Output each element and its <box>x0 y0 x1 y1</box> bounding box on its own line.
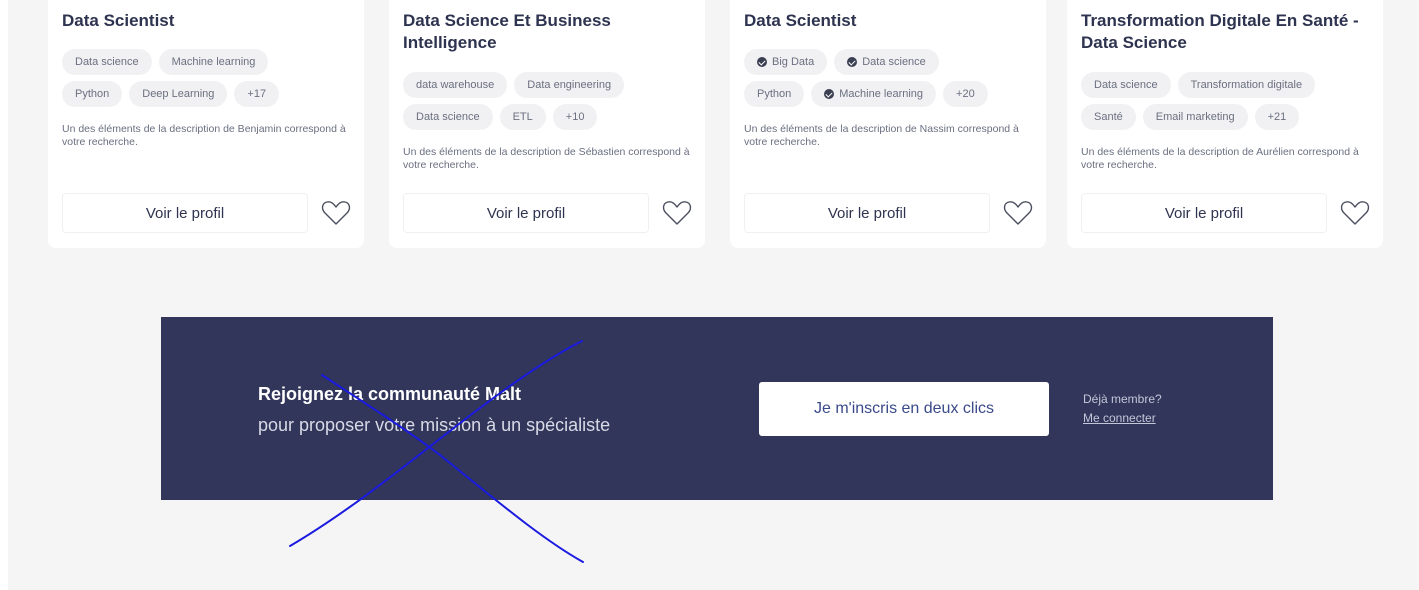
skill-tag[interactable]: Deep Learning <box>129 81 228 107</box>
tag-list: Big Data Data science Python Machine lea… <box>744 49 1044 113</box>
tag-row: Data science ETL +10 <box>403 104 703 130</box>
tag-row: data warehouse Data engineering <box>403 72 703 98</box>
tag-row: Santé Email marketing +21 <box>1081 104 1381 130</box>
tag-list: Data science Machine learning Python Dee… <box>62 49 362 113</box>
skill-tag[interactable]: Data science <box>403 104 493 130</box>
card-title: Data Science Et Business Intelligence <box>403 11 611 52</box>
skill-tag[interactable]: Python <box>62 81 123 107</box>
more-tags-badge[interactable]: +21 <box>1254 104 1300 130</box>
banner-title: Rejoignez la communauté Malt <box>258 384 522 404</box>
skill-tag[interactable]: Data engineering <box>514 72 625 98</box>
tag-row: Python Machine learning +20 <box>744 81 1044 107</box>
skill-tag[interactable]: Transformation digitale <box>1177 72 1316 98</box>
tag-row: Big Data Data science <box>744 49 1044 75</box>
check-icon <box>824 89 835 99</box>
freelancer-card: Data Science Et Business Intelligence da… <box>389 0 705 248</box>
check-icon <box>847 57 858 67</box>
skill-tag-verified[interactable]: Data science <box>834 49 939 75</box>
heart-icon[interactable] <box>1003 199 1033 227</box>
freelancer-card: Data Scientist Big Data Data science Pyt… <box>730 0 1046 248</box>
more-tags-badge[interactable]: +10 <box>552 104 598 130</box>
skill-tag-verified[interactable]: Machine learning <box>811 81 937 107</box>
skill-tag[interactable]: ETL <box>499 104 546 130</box>
already-member-text: Déjà membre? <box>1083 392 1162 406</box>
card-title: Data Scientist <box>744 11 857 30</box>
skill-tag[interactable]: Machine learning <box>158 49 269 75</box>
view-profile-button[interactable]: Voir le profil <box>1081 193 1327 233</box>
tag-row: Data science Machine learning <box>62 49 362 75</box>
card-description: Un des éléments de la description de Ben… <box>62 123 346 148</box>
heart-icon[interactable] <box>1340 199 1370 227</box>
tag-list: data warehouse Data engineering Data sci… <box>403 72 703 136</box>
skill-tag[interactable]: Data science <box>1081 72 1171 98</box>
view-profile-button[interactable]: Voir le profil <box>744 193 990 233</box>
tag-row: Data science Transformation digitale <box>1081 72 1381 98</box>
skill-tag[interactable]: Santé <box>1081 104 1136 130</box>
signup-button[interactable]: Je m'inscris en deux clics <box>759 382 1049 436</box>
heart-icon[interactable] <box>321 199 351 227</box>
tag-list: Data science Transformation digitale San… <box>1081 72 1381 136</box>
card-title: Data Scientist <box>62 11 175 30</box>
tag-row: Python Deep Learning +17 <box>62 81 362 107</box>
banner-subtitle: pour proposer votre mission à un spécial… <box>258 415 611 435</box>
tag-label: Big Data <box>772 56 815 68</box>
check-icon <box>757 57 767 67</box>
freelancer-card: Transformation Digitale En Santé - Data … <box>1067 0 1383 248</box>
skill-tag-verified[interactable]: Big Data <box>744 49 828 75</box>
join-community-banner: Rejoignez la communauté Malt pour propos… <box>161 317 1273 500</box>
card-description: Un des éléments de la description de Nas… <box>744 123 1019 148</box>
tag-label: Data science <box>862 56 926 68</box>
card-description: Un des éléments de la description de Aur… <box>1081 146 1359 171</box>
more-tags-badge[interactable]: +20 <box>943 81 988 107</box>
heart-icon[interactable] <box>662 199 692 227</box>
skill-tag[interactable]: Data science <box>62 49 152 75</box>
skill-tag[interactable]: data warehouse <box>403 72 508 98</box>
view-profile-button[interactable]: Voir le profil <box>403 193 649 233</box>
skill-tag[interactable]: Email marketing <box>1142 104 1248 130</box>
login-link[interactable]: Me connecter <box>1083 411 1156 425</box>
card-title: Transformation Digitale En Santé - Data … <box>1081 11 1359 52</box>
skill-tag[interactable]: Python <box>744 81 805 107</box>
card-description: Un des éléments de la description de Séb… <box>403 146 690 171</box>
freelancer-card: Data Scientist Data science Machine lear… <box>48 0 364 248</box>
view-profile-button[interactable]: Voir le profil <box>62 193 308 233</box>
more-tags-badge[interactable]: +17 <box>234 81 280 107</box>
tag-label: Machine learning <box>839 88 924 100</box>
